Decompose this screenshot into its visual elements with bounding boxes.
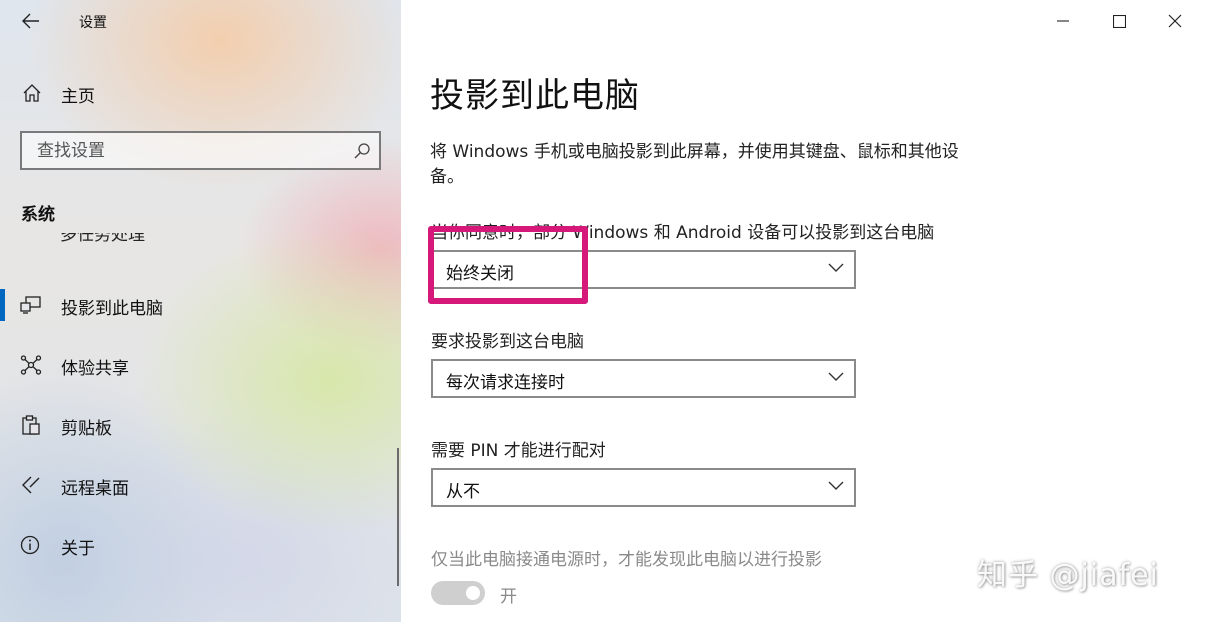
sidebar-item-clipboard[interactable]: 剪贴板 xyxy=(0,405,401,445)
setting-power-discovery-label: 仅当此电脑接通电源时，才能发现此电脑以进行投影 xyxy=(431,550,822,570)
power-discovery-toggle[interactable] xyxy=(431,581,485,605)
home-icon xyxy=(23,84,41,102)
back-arrow-icon xyxy=(22,13,39,29)
window-title: 设置 xyxy=(79,15,107,31)
sidebar: 设置 主页 系统 多任务处理 投影到此电脑 xyxy=(0,0,401,622)
sidebar-item-label: 体验共享 xyxy=(61,359,129,379)
sidebar-item-label: 远程桌面 xyxy=(61,479,129,499)
minimize-button[interactable] xyxy=(1040,6,1086,36)
maximize-icon xyxy=(1112,14,1126,28)
require-pin-dropdown[interactable]: 从不 xyxy=(431,468,856,507)
sidebar-item-about[interactable]: 关于 xyxy=(0,525,401,565)
chevron-down-icon xyxy=(828,263,844,272)
back-button[interactable] xyxy=(16,8,46,34)
page-description: 将 Windows 手机或电脑投影到此屏幕，并使用其键盘、鼠标和其他设备。 xyxy=(430,142,959,187)
setting-require-pin-label: 需要 PIN 才能进行配对 xyxy=(431,441,606,461)
highlight-annotation-box xyxy=(428,226,588,304)
section-header-system: 系统 xyxy=(21,205,55,225)
chevron-down-icon xyxy=(828,372,844,381)
minimize-icon xyxy=(1057,20,1069,22)
close-icon xyxy=(1168,14,1182,28)
sidebar-item-label: 剪贴板 xyxy=(61,419,112,439)
search-icon[interactable] xyxy=(353,142,371,160)
page-title: 投影到此电脑 xyxy=(430,76,640,116)
sidebar-item-label: 关于 xyxy=(61,539,95,559)
toggle-state-label: 开 xyxy=(500,587,517,607)
watermark: 知乎 @jiafei xyxy=(977,558,1159,593)
sidebar-item-home-label: 主页 xyxy=(61,87,95,107)
remote-desktop-icon xyxy=(22,476,40,494)
close-button[interactable] xyxy=(1152,6,1198,36)
active-indicator xyxy=(0,289,5,321)
ask-to-project-dropdown[interactable]: 每次请求连接时 xyxy=(431,359,856,398)
dropdown-value: 从不 xyxy=(446,482,480,502)
toggle-knob xyxy=(466,586,480,600)
sidebar-scrollbar[interactable] xyxy=(397,448,399,586)
search-box xyxy=(20,131,381,170)
sidebar-item-label: 多任务处理 xyxy=(60,233,145,245)
sidebar-item-label: 投影到此电脑 xyxy=(61,299,163,319)
search-input[interactable] xyxy=(22,133,342,168)
info-icon xyxy=(20,535,40,555)
sidebar-item-remote-desktop[interactable]: 远程桌面 xyxy=(0,465,401,505)
shared-experiences-icon xyxy=(20,355,42,375)
maximize-button[interactable] xyxy=(1096,6,1142,36)
project-icon xyxy=(20,296,41,314)
dropdown-value: 每次请求连接时 xyxy=(446,373,565,393)
chevron-down-icon xyxy=(828,481,844,490)
sidebar-item-multitasking-partial[interactable]: 多任务处理 xyxy=(14,233,174,255)
sidebar-item-project-to-pc[interactable]: 投影到此电脑 xyxy=(0,285,401,325)
clipboard-icon xyxy=(22,415,40,435)
sidebar-item-home[interactable]: 主页 xyxy=(0,76,401,110)
sidebar-item-shared-experiences[interactable]: 体验共享 xyxy=(0,345,401,385)
setting-ask-to-project-label: 要求投影到这台电脑 xyxy=(431,332,584,352)
